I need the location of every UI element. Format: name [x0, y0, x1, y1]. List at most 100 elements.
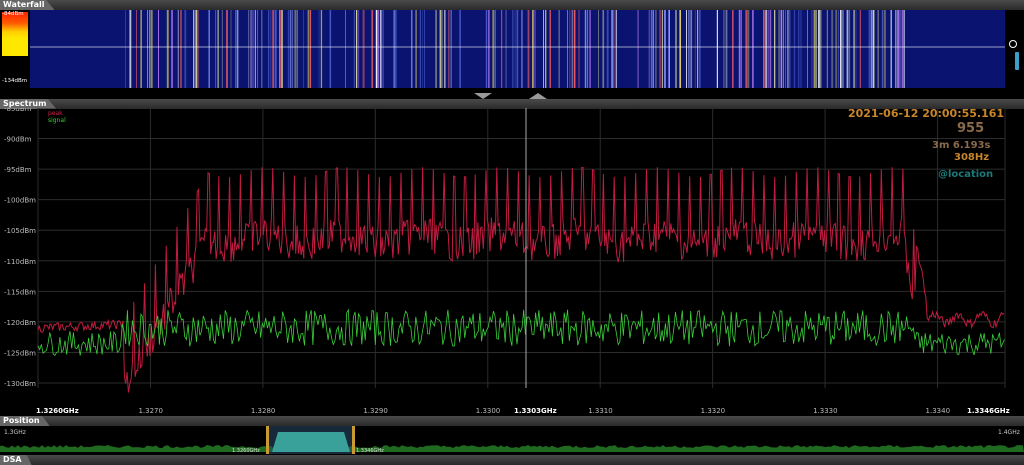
waterfall-line — [217, 10, 219, 88]
waterfall-line — [793, 10, 796, 88]
location-label: @location — [938, 169, 994, 180]
waterfall-line — [292, 10, 294, 88]
y-tick-label: -115dBm — [4, 288, 36, 296]
waterfall-slider[interactable] — [1015, 52, 1019, 70]
waterfall-line — [890, 10, 892, 88]
waterfall-line — [329, 10, 332, 88]
waterfall-line — [899, 10, 901, 88]
position-window-left-handle[interactable] — [266, 426, 269, 454]
waterfall-line — [492, 10, 494, 88]
waterfall-line — [294, 10, 296, 88]
position-window-left-label: 1.3260GHz — [232, 448, 260, 454]
waterfall-line — [747, 10, 750, 88]
waterfall-line — [831, 10, 834, 88]
y-tick-label: -110dBm — [4, 258, 36, 266]
x-tick-label: 1.3330 — [813, 407, 838, 414]
waterfall-line — [296, 10, 298, 88]
dsa-header — [0, 455, 1024, 465]
waterfall-line — [716, 10, 718, 88]
x-tick-label: 1.3320 — [701, 407, 726, 414]
waterfall-line — [250, 10, 252, 88]
rbw-readout: 308Hz — [954, 152, 990, 163]
waterfall-line — [901, 10, 904, 88]
y-tick-label: -95dBm — [4, 166, 32, 174]
waterfall-line — [272, 10, 274, 88]
position-strip[interactable]: 1.3GHz 1.4GHz 1.3260GHz 1.3346GHz — [0, 426, 1024, 454]
waterfall-line — [129, 10, 132, 88]
position-tab[interactable]: Position — [0, 416, 50, 426]
waterfall-line — [895, 10, 897, 88]
waterfall-line — [380, 10, 382, 88]
y-tick-label: -120dBm — [4, 319, 36, 327]
waterfall-line — [290, 10, 292, 88]
x-tick-label: 1.3310 — [588, 407, 613, 414]
waterfall-tab[interactable]: Waterfall — [0, 0, 55, 10]
waterfall-header — [0, 0, 1024, 10]
waterfall-line — [811, 10, 813, 88]
waterfall-line — [488, 10, 490, 88]
waterfall-line — [800, 10, 802, 88]
waterfall-line — [859, 10, 861, 88]
waterfall-line — [725, 10, 728, 88]
waterfall-line — [345, 10, 346, 88]
waterfall-canvas[interactable] — [30, 10, 1005, 88]
waterfall-line — [318, 10, 320, 88]
waterfall-line — [842, 10, 844, 88]
waterfall-line — [653, 10, 654, 88]
dsa-tab[interactable]: DSA — [0, 455, 32, 465]
waterfall-line — [690, 10, 693, 88]
waterfall-panel[interactable]: -84dBm -134dBm — [0, 10, 1024, 88]
waterfall-line — [741, 10, 742, 88]
waterfall-line — [527, 10, 530, 88]
waterfall-line — [307, 10, 310, 88]
x-tick-label: 1.3280 — [251, 407, 276, 414]
waterfall-line — [767, 10, 769, 88]
waterfall-line — [602, 10, 605, 88]
waterfall-line — [320, 10, 323, 88]
waterfall-line — [782, 10, 784, 88]
x-tick-label: 1.3300 — [476, 407, 501, 414]
waterfall-line — [279, 10, 281, 88]
waterfall-line — [846, 10, 849, 88]
waterfall-line — [732, 10, 734, 88]
waterfall-line — [659, 10, 661, 88]
waterfall-line — [769, 10, 772, 88]
waterfall-line — [813, 10, 816, 88]
waterfall-line — [558, 10, 560, 88]
waterfall-color-scale — [2, 12, 28, 56]
y-tick-label: -125dBm — [4, 349, 36, 357]
waterfall-line — [697, 10, 699, 88]
waterfall-scale-bottom: -134dBm — [2, 78, 28, 84]
spectrum-plot[interactable]: -85dBm -90dBm -95dBm -100dBm -105dBm -110dBm -… — [0, 108, 1024, 414]
position-left-label: 1.3GHz — [4, 429, 26, 436]
x-tick-label: 1.3303GHz — [514, 407, 557, 414]
position-right-label: 1.4GHz — [998, 429, 1020, 436]
waterfall-line — [584, 10, 587, 88]
waterfall-line — [448, 10, 450, 88]
waterfall-line — [571, 10, 573, 88]
waterfall-line — [248, 10, 250, 88]
waterfall-line — [598, 10, 599, 88]
waterfall-line — [261, 10, 263, 88]
waterfall-line — [745, 10, 748, 88]
y-tick-label: -85dBm — [4, 108, 32, 113]
waterfall-line — [688, 10, 690, 88]
waterfall-line — [532, 10, 534, 88]
waterfall-line — [270, 10, 272, 88]
level-knob-icon[interactable] — [1009, 40, 1017, 48]
waterfall-line — [589, 10, 591, 88]
waterfall-line — [274, 10, 277, 88]
frame-counter: 955 — [957, 121, 985, 136]
waterfall-line — [897, 10, 899, 88]
waterfall-line — [870, 10, 873, 88]
waterfall-line — [613, 10, 615, 88]
waterfall-line — [516, 10, 519, 88]
waterfall-line — [362, 10, 365, 88]
waterfall-line — [505, 10, 507, 88]
waterfall-line — [444, 10, 446, 88]
y-tick-label: -105dBm — [4, 227, 36, 235]
waterfall-line — [679, 10, 681, 88]
waterfall-line — [661, 10, 663, 88]
position-window-right-handle[interactable] — [352, 426, 355, 454]
waterfall-line — [158, 10, 159, 88]
